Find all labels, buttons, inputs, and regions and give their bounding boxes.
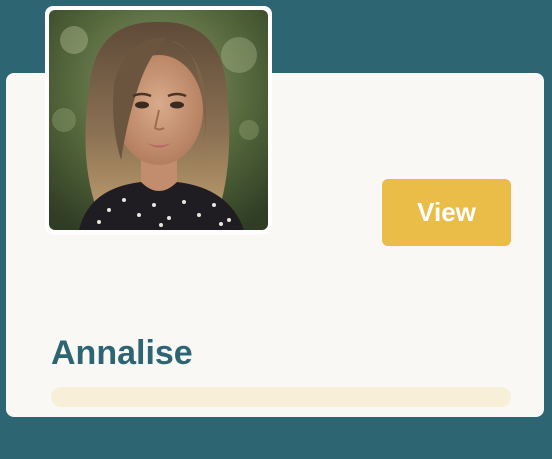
raised-summary: $0.00 of $300.00 raised xyxy=(51,419,345,459)
fundraiser-name: Annalise xyxy=(51,334,193,372)
progress-bar xyxy=(51,387,511,407)
view-button[interactable]: View xyxy=(382,179,511,246)
profile-photo-frame xyxy=(45,6,272,234)
profile-photo xyxy=(49,10,268,230)
